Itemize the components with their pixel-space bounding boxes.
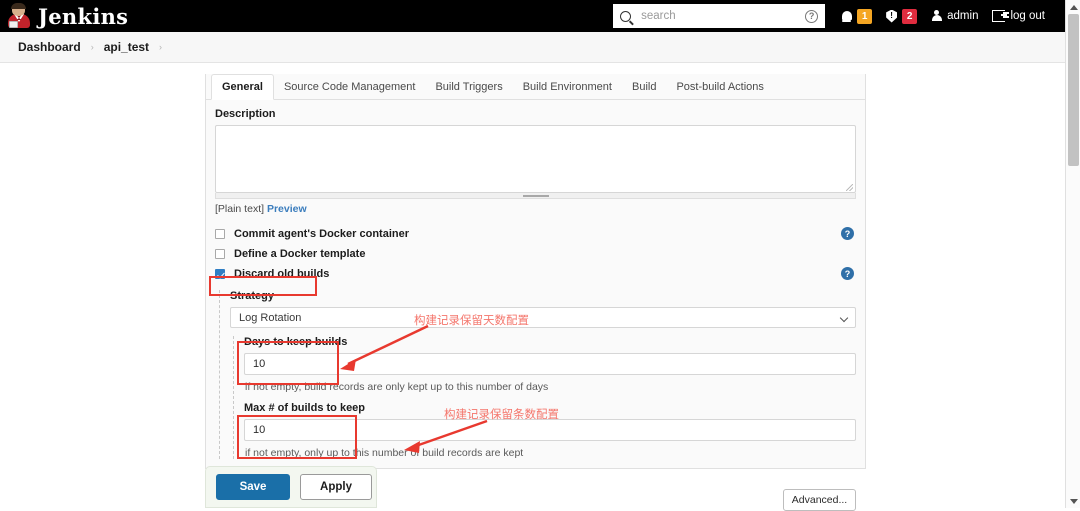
tab-general[interactable]: General xyxy=(211,74,274,100)
days-to-keep-builds-label: Days to keep builds xyxy=(244,336,348,348)
search-help-icon[interactable]: ? xyxy=(805,9,819,23)
search-icon xyxy=(620,10,632,22)
notifications-button[interactable]: 1 xyxy=(841,8,873,24)
log-rotation-fields: Days to keep builds 10 if not empty, bui… xyxy=(233,336,856,459)
topbar-right-group: ? 1 2 admin log out xyxy=(613,0,1065,32)
search-input[interactable] xyxy=(639,9,806,23)
notification-count-badge: 1 xyxy=(857,8,873,24)
breadcrumb-separator-icon-2: › xyxy=(159,42,163,52)
description-label: Description xyxy=(215,108,276,120)
save-button[interactable]: Save xyxy=(216,474,290,500)
configuration-tabs: General Source Code Management Build Tri… xyxy=(206,74,865,100)
checkbox-row-commit-agent-docker[interactable]: Commit agent's Docker container ? xyxy=(215,225,856,243)
brand-title: Jenkins xyxy=(38,3,129,29)
scroll-down-arrow-icon[interactable] xyxy=(1066,494,1080,508)
logout-icon xyxy=(992,10,1008,22)
logout-label: log out xyxy=(1010,10,1045,22)
security-warnings-button[interactable]: 2 xyxy=(886,8,918,24)
help-icon-discard-old-builds[interactable]: ? xyxy=(841,267,854,280)
logout-button[interactable]: log out xyxy=(992,10,1045,22)
tab-source-code-management[interactable]: Source Code Management xyxy=(274,75,425,99)
tab-build[interactable]: Build xyxy=(622,75,666,99)
shield-icon xyxy=(886,9,898,23)
strategy-label: Strategy xyxy=(230,290,275,302)
user-menu[interactable]: admin xyxy=(931,10,978,22)
top-navigation-bar: Jenkins ? 1 2 admin log out xyxy=(0,0,1065,32)
search-box[interactable]: ? xyxy=(613,4,826,28)
checkbox-define-docker-template[interactable] xyxy=(215,249,225,259)
chevron-down-icon xyxy=(839,313,849,323)
days-to-keep-builds-input[interactable]: 10 xyxy=(244,353,856,375)
description-markup-row: [Plain text] Preview xyxy=(215,203,856,215)
discard-builds-section: Strategy Log Rotation Days to keep build… xyxy=(219,290,856,459)
bell-icon xyxy=(841,10,852,22)
breadcrumb: Dashboard › api_test › xyxy=(0,32,1065,63)
annotation-text-days: 构建记录保留天数配置 xyxy=(414,313,529,327)
preview-link[interactable]: Preview xyxy=(267,203,307,215)
checkbox-label-define-docker-template: Define a Docker template xyxy=(234,248,366,260)
security-count-badge: 2 xyxy=(902,8,918,24)
page-scrollbar[interactable] xyxy=(1065,0,1080,508)
checkbox-discard-old-builds[interactable] xyxy=(215,269,225,279)
max-builds-to-keep-value: 10 xyxy=(253,424,266,436)
tab-build-environment[interactable]: Build Environment xyxy=(513,75,622,99)
scrollbar-thumb[interactable] xyxy=(1068,14,1079,166)
max-builds-to-keep-hint: if not empty, only up to this number of … xyxy=(245,447,524,459)
strategy-select[interactable]: Log Rotation xyxy=(230,307,856,328)
checkbox-label-commit-agent-docker: Commit agent's Docker container xyxy=(234,228,409,240)
scroll-up-arrow-icon[interactable] xyxy=(1066,0,1080,14)
plain-text-label: [Plain text] xyxy=(215,203,265,215)
description-drag-handle[interactable] xyxy=(215,193,856,199)
breadcrumb-item-api-test[interactable]: api_test xyxy=(104,40,149,54)
jenkins-home-link[interactable]: Jenkins xyxy=(0,3,129,29)
max-builds-to-keep-input[interactable]: 10 xyxy=(244,419,856,441)
checkbox-commit-agent-docker[interactable] xyxy=(215,229,225,239)
resize-grip-icon[interactable] xyxy=(846,184,853,191)
description-textarea[interactable] xyxy=(215,125,856,193)
strategy-selected-value: Log Rotation xyxy=(239,311,302,324)
checkbox-label-discard-old-builds: Discard old builds xyxy=(234,268,330,280)
tab-post-build-actions[interactable]: Post-build Actions xyxy=(666,75,773,99)
days-to-keep-builds-value: 10 xyxy=(253,358,266,370)
user-name: admin xyxy=(947,10,979,22)
apply-button[interactable]: Apply xyxy=(300,474,372,500)
user-icon xyxy=(931,10,942,22)
tab-build-triggers[interactable]: Build Triggers xyxy=(425,75,512,99)
jenkins-butler-logo-icon xyxy=(8,3,30,28)
annotation-text-max: 构建记录保留条数配置 xyxy=(444,407,559,421)
form-action-bar: Save Apply xyxy=(205,466,377,508)
checkbox-row-define-docker-template[interactable]: Define a Docker template xyxy=(215,245,856,263)
help-icon-commit-agent-docker[interactable]: ? xyxy=(841,227,854,240)
checkbox-row-discard-old-builds[interactable]: Discard old builds ? xyxy=(215,265,856,283)
breadcrumb-item-dashboard[interactable]: Dashboard xyxy=(18,40,81,54)
breadcrumb-separator-icon: › xyxy=(90,42,94,52)
days-to-keep-builds-hint: if not empty, build records are only kep… xyxy=(245,381,549,393)
